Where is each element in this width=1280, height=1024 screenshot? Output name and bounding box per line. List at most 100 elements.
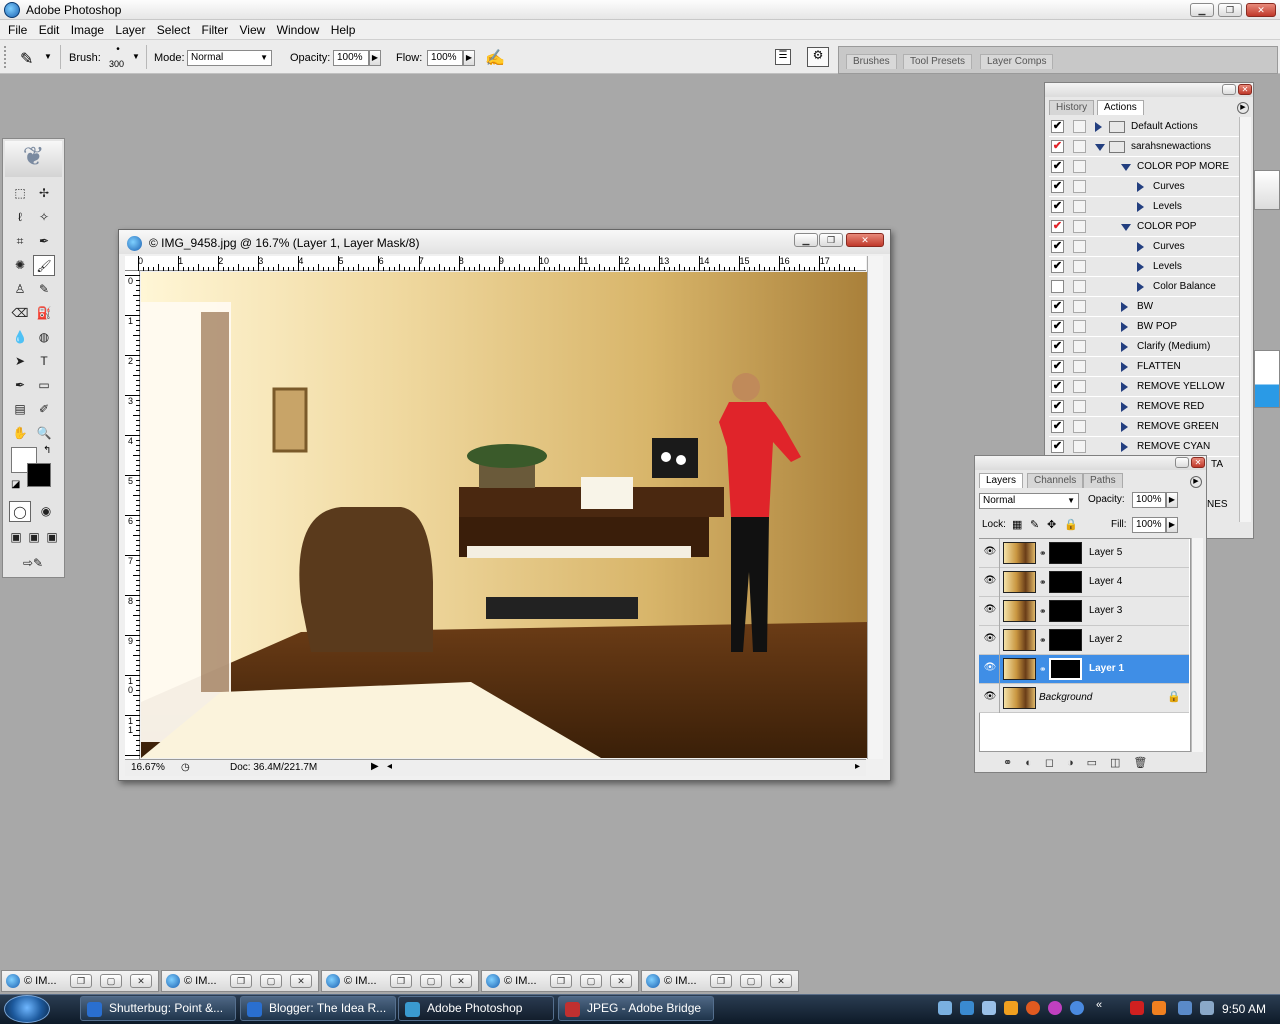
taskbar-button[interactable]: Adobe Photoshop [398, 996, 554, 1021]
layer-thumbnail[interactable] [1003, 600, 1036, 622]
menu-view[interactable]: View [240, 20, 266, 37]
taskbar-button[interactable]: JPEG - Adobe Bridge [558, 996, 714, 1021]
dialog-toggle-checkbox[interactable] [1073, 340, 1086, 353]
layer-thumbnail[interactable] [1003, 571, 1036, 593]
visibility-eye-icon[interactable]: 👁 [983, 605, 997, 615]
expand-right-icon[interactable] [1121, 422, 1128, 432]
expand-right-icon[interactable] [1137, 262, 1144, 272]
maximize-button[interactable]: ▢ [420, 974, 442, 988]
action-toggle-checkbox[interactable]: ✔ [1051, 160, 1064, 173]
dialog-toggle-checkbox[interactable] [1073, 200, 1086, 213]
dialog-toggle-checkbox[interactable] [1073, 400, 1086, 413]
taskbar-clock[interactable]: 9:50 AM [1222, 1002, 1266, 1016]
bridge-icon[interactable]: ⚙ [807, 47, 829, 67]
notes-tool-icon[interactable]: ▤ [9, 399, 31, 420]
crop-tool-icon[interactable]: ⌗ [9, 231, 31, 252]
action-toggle-checkbox[interactable]: ✔ [1051, 320, 1064, 333]
scroll-left-icon[interactable]: ◂ [387, 761, 392, 772]
layers-scrollbar[interactable] [1191, 538, 1203, 752]
screen-mode-full-icon[interactable]: ▣ [43, 527, 61, 548]
lasso-tool-icon[interactable]: ℓ [9, 207, 31, 228]
close-button[interactable]: ✕ [130, 974, 152, 988]
fill-input[interactable]: 100% [1132, 517, 1166, 533]
ie-icon[interactable] [960, 1001, 974, 1015]
dodge-tool-icon[interactable]: ◍ [33, 327, 55, 348]
zoom-tool-icon[interactable]: 🔍 [33, 423, 55, 444]
link-icon[interactable]: ⚭ [1039, 548, 1047, 559]
vertical-ruler[interactable]: 0 1 2 3 4 5 6 7 8 9 1 0 1 1 [125, 271, 140, 759]
layers-bottom-toolbar[interactable]: ⚭◐◻◑▭◫🗑 [1003, 756, 1160, 769]
dialog-toggle-checkbox[interactable] [1073, 160, 1086, 173]
dialog-toggle-checkbox[interactable] [1073, 180, 1086, 193]
hand-tool-icon[interactable]: ✋ [9, 423, 31, 444]
opacity-slider-button[interactable]: ▶ [369, 50, 381, 66]
layer-row[interactable]: 👁 ⚭ Layer 5 [979, 539, 1189, 568]
screen-mode-full-menu-icon[interactable]: ▣ [25, 527, 43, 548]
menu-help[interactable]: Help [331, 20, 356, 37]
opacity-input[interactable]: 100% [333, 50, 369, 66]
tab-actions[interactable]: Actions [1097, 100, 1144, 115]
actions-minimize-button[interactable] [1222, 84, 1236, 95]
restore-button[interactable]: ❐ [230, 974, 252, 988]
blur-tool-icon[interactable]: 💧 [9, 327, 31, 348]
action-row[interactable]: ✔ FLATTEN [1049, 357, 1239, 377]
healing-brush-tool-icon[interactable]: ✺ [9, 255, 31, 276]
visibility-eye-icon[interactable]: 👁 [983, 576, 997, 586]
taskbar-button[interactable]: Shutterbug: Point &... [80, 996, 236, 1021]
brush-picker-arrow-icon[interactable]: ▼ [132, 52, 140, 61]
hidden-panel-edge[interactable] [1254, 350, 1280, 408]
media-icon[interactable] [1004, 1001, 1018, 1015]
palette-menu-icon[interactable]: ☰ [775, 49, 791, 65]
layer-row[interactable]: 👁 Background 🔒 [979, 684, 1189, 713]
layers-close-button[interactable]: ✕ [1191, 457, 1205, 468]
actions-scrollbar[interactable] [1239, 117, 1251, 522]
action-row[interactable]: ✔ Curves [1049, 237, 1239, 257]
maximize-button[interactable]: ▢ [100, 974, 122, 988]
visibility-eye-icon[interactable]: 👁 [983, 692, 997, 702]
vertical-scrollbar[interactable] [867, 256, 883, 759]
move-tool-icon[interactable]: ✢ [33, 183, 55, 204]
menu-layer[interactable]: Layer [115, 20, 145, 37]
dialog-toggle-checkbox[interactable] [1073, 280, 1086, 293]
expand-right-icon[interactable] [1121, 402, 1128, 412]
status-icon[interactable]: ◷ [181, 762, 190, 773]
action-row[interactable]: ✔ Levels [1049, 197, 1239, 217]
layer-opacity-input[interactable]: 100% [1132, 492, 1166, 508]
link-icon[interactable]: ⚭ [1039, 577, 1047, 588]
action-row[interactable]: ✔ BW [1049, 297, 1239, 317]
airbrush-icon[interactable]: ✍ [485, 48, 505, 68]
blend-mode-select[interactable]: Normal ▼ [979, 493, 1079, 509]
expand-right-icon[interactable] [1121, 362, 1128, 372]
show-hidden-icons[interactable]: « [1096, 999, 1102, 1011]
lock-position-icon[interactable]: ✥ [1047, 518, 1056, 531]
link-icon[interactable]: ⚭ [1039, 635, 1047, 646]
action-toggle-checkbox[interactable]: ✔ [1051, 400, 1064, 413]
menu-select[interactable]: Select [157, 20, 190, 37]
action-toggle-checkbox[interactable]: ✔ [1051, 420, 1064, 433]
brush-tool-icon[interactable]: 🖌 [33, 255, 55, 276]
feather-logo-icon[interactable]: ❦ [5, 141, 62, 177]
maximize-button[interactable]: ▢ [580, 974, 602, 988]
action-toggle-checkbox[interactable]: ✔ [1051, 200, 1064, 213]
visibility-eye-icon[interactable]: 👁 [983, 663, 997, 673]
action-row[interactable]: ✔ Levels [1049, 257, 1239, 277]
dialog-toggle-checkbox[interactable] [1073, 420, 1086, 433]
pen-tool-icon[interactable]: ✒ [9, 375, 31, 396]
action-toggle-checkbox[interactable]: ✔ [1051, 340, 1064, 353]
action-row[interactable]: ✔ BW POP [1049, 317, 1239, 337]
status-menu-arrow-icon[interactable]: ▶ [371, 761, 379, 772]
action-toggle-checkbox[interactable]: ✔ [1051, 360, 1064, 373]
lock-transparency-icon[interactable]: ▦ [1012, 518, 1022, 531]
restore-button[interactable]: ❐ [710, 974, 732, 988]
restore-button[interactable]: ❐ [70, 974, 92, 988]
tab-paths[interactable]: Paths [1083, 473, 1123, 488]
dialog-toggle-checkbox[interactable] [1073, 320, 1086, 333]
tab-channels[interactable]: Channels [1027, 473, 1084, 488]
doc-restore-button[interactable]: ❐ [819, 233, 843, 247]
action-toggle-checkbox[interactable] [1051, 280, 1064, 293]
action-row[interactable]: ✔ Curves [1049, 177, 1239, 197]
layer-mask-thumbnail[interactable] [1049, 629, 1082, 651]
action-toggle-checkbox[interactable]: ✔ [1051, 440, 1064, 453]
expand-down-icon[interactable] [1121, 224, 1131, 231]
tray-icon[interactable] [1048, 1001, 1062, 1015]
